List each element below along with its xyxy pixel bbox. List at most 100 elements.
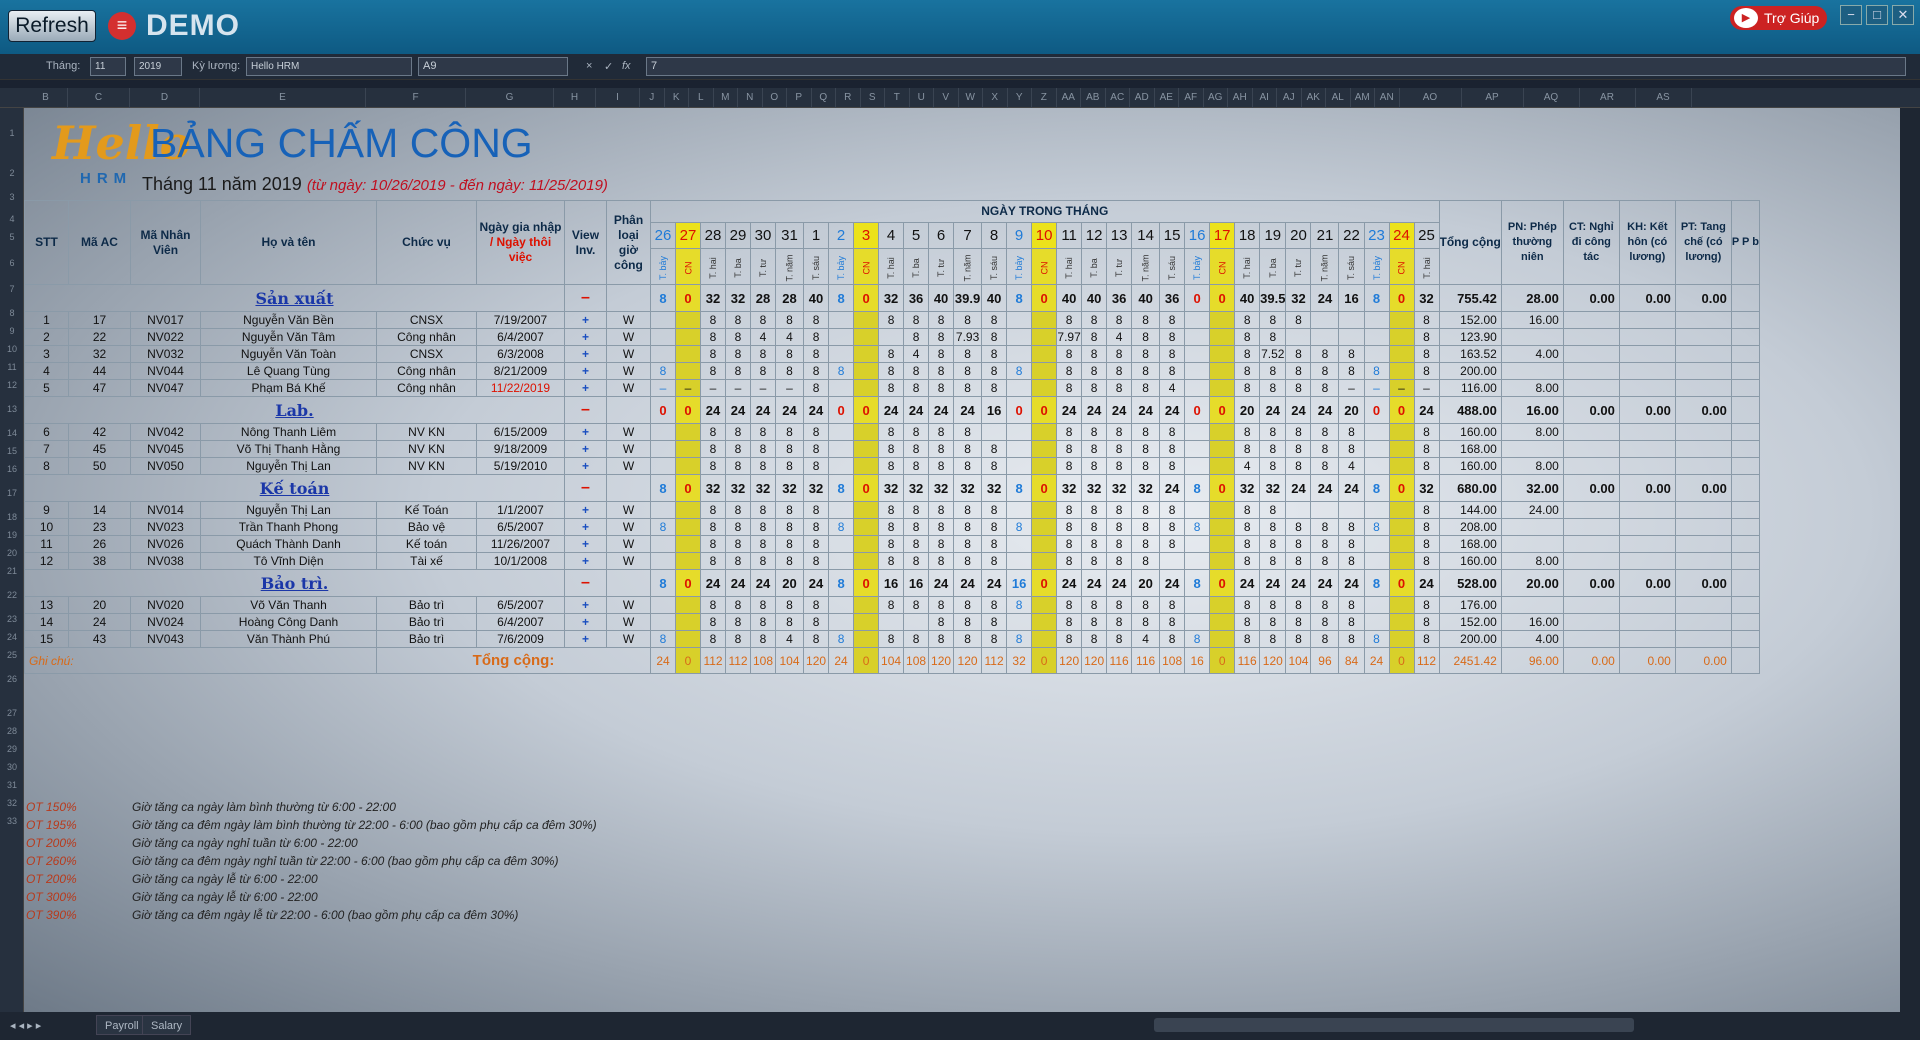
day-hours-cell[interactable]: 8 [1106,362,1133,380]
day-hours-cell[interactable] [853,630,880,648]
day-hours-cell[interactable]: 8 [1234,535,1261,553]
day-hours-cell[interactable]: 8 [1131,457,1161,475]
day-hours-cell[interactable]: 8 [1234,630,1261,648]
day-hours-cell[interactable]: 8 [700,630,727,648]
day-hours-cell[interactable] [1388,501,1415,519]
column-header[interactable]: AP [1462,88,1524,108]
day-hours-cell[interactable]: 8 [775,501,805,519]
day-hours-cell[interactable]: 8 [903,362,930,380]
day-hours-cell[interactable]: 8 [1413,518,1440,536]
day-hours-cell[interactable]: 8 [1363,362,1390,380]
day-hours-cell[interactable] [1310,501,1340,519]
day-hours-cell[interactable]: 8 [1413,552,1440,570]
day-hours-cell[interactable] [1363,457,1390,475]
column-header[interactable]: P [787,88,812,108]
day-hours-cell[interactable]: 8 [1338,596,1365,614]
day-hours-cell[interactable]: 8 [1106,630,1133,648]
day-hours-cell[interactable] [1006,311,1033,329]
day-hours-cell[interactable]: 8 [700,328,727,346]
day-hours-cell[interactable]: 8 [1131,362,1161,380]
day-hours-cell[interactable]: 8 [1234,552,1261,570]
day-hours-cell[interactable] [1184,501,1211,519]
day-hours-cell[interactable]: 8 [953,423,983,441]
day-hours-cell[interactable]: 8 [725,535,752,553]
day-hours-cell[interactable]: – [725,379,752,397]
row-header[interactable]: 8 [0,308,24,318]
day-hours-cell[interactable]: 8 [1131,345,1161,363]
day-hours-cell[interactable] [853,328,880,346]
day-hours-cell[interactable] [649,501,677,519]
day-hours-cell[interactable]: 8 [803,311,830,329]
day-hours-cell[interactable]: 8 [1310,362,1340,380]
day-hours-cell[interactable] [1388,596,1415,614]
employee-name[interactable]: Nguyễn Thị Lan [200,501,377,519]
day-hours-cell[interactable] [1363,345,1390,363]
day-hours-cell[interactable] [1184,535,1211,553]
day-hours-cell[interactable]: 8 [750,596,777,614]
column-header[interactable]: AS [1636,88,1692,108]
view-invoice-button[interactable]: + [564,501,607,519]
day-hours-cell[interactable] [1388,535,1415,553]
day-hours-cell[interactable]: 8 [1106,440,1133,458]
day-hours-cell[interactable]: – [750,379,777,397]
view-invoice-button[interactable]: + [564,518,607,536]
day-hours-cell[interactable]: 8 [878,311,905,329]
day-hours-cell[interactable]: 8 [1338,518,1365,536]
group-name[interactable]: Sản xuất [24,284,565,312]
day-hours-cell[interactable]: 8 [775,345,805,363]
day-hours-cell[interactable] [675,328,702,346]
day-hours-cell[interactable]: – [775,379,805,397]
day-hours-cell[interactable] [828,379,855,397]
vertical-scrollbar[interactable] [1900,108,1920,1012]
day-hours-cell[interactable]: 8 [1081,440,1108,458]
day-hours-cell[interactable]: 8 [700,613,727,631]
day-hours-cell[interactable] [1209,552,1236,570]
day-hours-cell[interactable] [649,328,677,346]
day-hours-cell[interactable]: 8 [1131,440,1161,458]
day-hours-cell[interactable]: 8 [928,518,955,536]
day-hours-cell[interactable] [649,457,677,475]
day-hours-cell[interactable]: 8 [750,552,777,570]
day-hours-cell[interactable] [1388,552,1415,570]
day-hours-cell[interactable]: 8 [1285,457,1312,475]
day-hours-cell[interactable]: 8 [725,311,752,329]
day-hours-cell[interactable]: 8 [1338,552,1365,570]
day-hours-cell[interactable]: 8 [1006,630,1033,648]
day-hours-cell[interactable] [675,457,702,475]
day-hours-cell[interactable]: 8 [775,518,805,536]
row-header[interactable]: 11 [0,362,24,372]
day-hours-cell[interactable]: 8 [1131,518,1161,536]
day-hours-cell[interactable]: 8 [750,345,777,363]
day-hours-cell[interactable]: 8 [803,328,830,346]
day-hours-cell[interactable]: 8 [1259,613,1287,631]
day-hours-cell[interactable]: 8 [1413,613,1440,631]
column-header[interactable]: I [596,88,640,108]
row-header[interactable]: 17 [0,488,24,498]
day-hours-cell[interactable] [1031,440,1058,458]
day-hours-cell[interactable]: 8 [981,630,1008,648]
day-hours-cell[interactable]: 8 [1285,613,1312,631]
column-header[interactable]: H [554,88,596,108]
day-hours-cell[interactable] [1388,345,1415,363]
day-hours-cell[interactable]: 8 [878,518,905,536]
day-hours-cell[interactable] [1184,328,1211,346]
day-hours-cell[interactable]: 8 [1056,423,1083,441]
day-hours-cell[interactable]: 8 [750,630,777,648]
day-hours-cell[interactable]: 8 [1285,535,1312,553]
tab-payroll[interactable]: Payroll [96,1015,148,1035]
day-hours-cell[interactable]: 8 [1285,552,1312,570]
minimize-button[interactable]: − [1840,5,1862,25]
row-header[interactable]: 10 [0,344,24,354]
day-hours-cell[interactable] [1031,362,1058,380]
view-invoice-button[interactable]: + [564,440,607,458]
day-hours-cell[interactable]: 8 [1310,630,1340,648]
day-hours-cell[interactable]: 8 [1285,596,1312,614]
day-hours-cell[interactable] [1031,518,1058,536]
row-header[interactable]: 31 [0,780,24,790]
row-header[interactable]: 3 [0,192,24,202]
day-hours-cell[interactable]: 8 [1259,379,1287,397]
day-hours-cell[interactable] [853,518,880,536]
day-hours-cell[interactable]: 4 [1234,457,1261,475]
day-hours-cell[interactable] [1209,518,1236,536]
day-hours-cell[interactable]: 8 [1234,345,1261,363]
